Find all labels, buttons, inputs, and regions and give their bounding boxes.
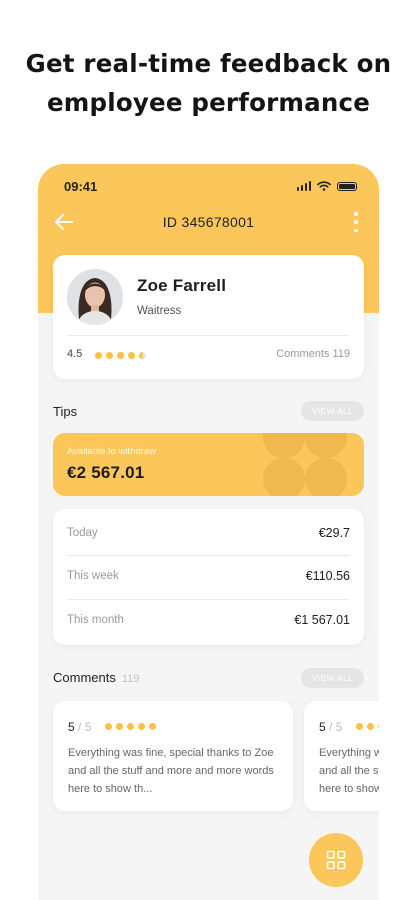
comment-stars — [105, 723, 156, 730]
tips-row-label: This week — [67, 570, 119, 582]
avatar — [67, 269, 123, 325]
comment-score-max: / 5 — [329, 720, 343, 734]
star-icon — [116, 723, 123, 730]
star-icon — [127, 723, 134, 730]
comment-stars — [356, 723, 379, 730]
employee-role: Waitress — [137, 305, 182, 317]
comment-card[interactable]: 5 / 5 Everything was fine, special thank… — [304, 701, 379, 811]
status-time: 09:41 — [64, 178, 98, 194]
comment-card[interactable]: 5 / 5 Everything was fine, special thank… — [53, 701, 293, 811]
grid-icon — [326, 850, 346, 870]
battery-icon — [337, 181, 357, 191]
profile-card[interactable]: Zoe Farrell Waitress 4.5 Comments 119 — [53, 255, 364, 379]
tips-section-title: Tips — [53, 404, 78, 419]
tips-view-all-button[interactable]: VIEW ALL — [301, 401, 364, 421]
employee-id-title: ID 345678001 — [162, 214, 255, 230]
tips-row-value: €110.56 — [305, 569, 350, 583]
wifi-icon — [317, 181, 331, 191]
employee-name: Zoe Farrell — [137, 276, 227, 295]
comments-count: 119 — [121, 673, 140, 685]
available-balance-banner[interactable]: Available to withdraw €2 567.01 — [53, 433, 364, 496]
star-icon — [367, 723, 374, 730]
coin-stack-decoration-icon — [263, 433, 347, 496]
comments-section-title: Comments 119 — [53, 670, 139, 685]
more-vertical-icon[interactable] — [353, 212, 359, 232]
tips-row-label: Today — [67, 527, 98, 539]
navbar: ID 345678001 — [38, 209, 379, 235]
star-icon — [138, 723, 145, 730]
status-icons — [296, 181, 357, 191]
star-icon — [149, 723, 156, 730]
rating-value: 4.5 — [67, 348, 83, 360]
comment-score: 5 / 5 — [68, 720, 91, 734]
comments-title: Comments — [53, 670, 116, 685]
headline-line-2: employee performance — [46, 88, 371, 117]
phone-screen: 09:41 ID 345678001 Zoe Farrell Waitress … — [38, 164, 379, 900]
tips-row-month: This month €1 567.01 — [67, 610, 350, 630]
tips-row-value: €1 567.01 — [294, 613, 350, 627]
tips-divider — [67, 555, 350, 556]
star-icon — [117, 352, 124, 359]
comments-count-label[interactable]: Comments 119 — [276, 348, 350, 360]
star-icon — [95, 352, 102, 359]
comment-score-max: / 5 — [78, 720, 92, 734]
comment-score-value: 5 — [68, 720, 75, 734]
star-icon — [105, 723, 112, 730]
comment-score: 5 / 5 — [319, 720, 342, 734]
tips-summary-card: Today €29.7 This week €110.56 This month… — [53, 509, 364, 645]
tips-divider — [67, 599, 350, 600]
signal-icon — [296, 181, 311, 191]
star-icon — [106, 352, 113, 359]
tips-row-week: This week €110.56 — [67, 566, 350, 586]
star-icon — [378, 723, 379, 730]
comment-text: Everything was fine, special thanks to Z… — [68, 747, 274, 795]
tips-row-today: Today €29.7 — [67, 523, 350, 543]
rating-stars — [95, 352, 146, 359]
grid-menu-button[interactable] — [309, 833, 363, 887]
star-icon — [356, 723, 363, 730]
star-icon — [128, 352, 135, 359]
comment-score-value: 5 — [319, 720, 326, 734]
comment-text: Everything was fine, special thanks to Z… — [319, 747, 379, 795]
tips-row-value: €29.7 — [318, 526, 350, 540]
headline-line-1: Get real-time feedback on — [25, 49, 392, 78]
promo-headline: Get real-time feedback on employee perfo… — [0, 44, 417, 122]
profile-divider — [67, 335, 350, 336]
available-label: Available to withdraw — [67, 446, 157, 457]
half-star-icon — [139, 352, 146, 359]
tips-row-label: This month — [67, 614, 124, 626]
comments-view-all-button[interactable]: VIEW ALL — [301, 668, 364, 688]
available-amount: €2 567.01 — [67, 463, 145, 482]
status-bar: 09:41 — [64, 178, 357, 194]
